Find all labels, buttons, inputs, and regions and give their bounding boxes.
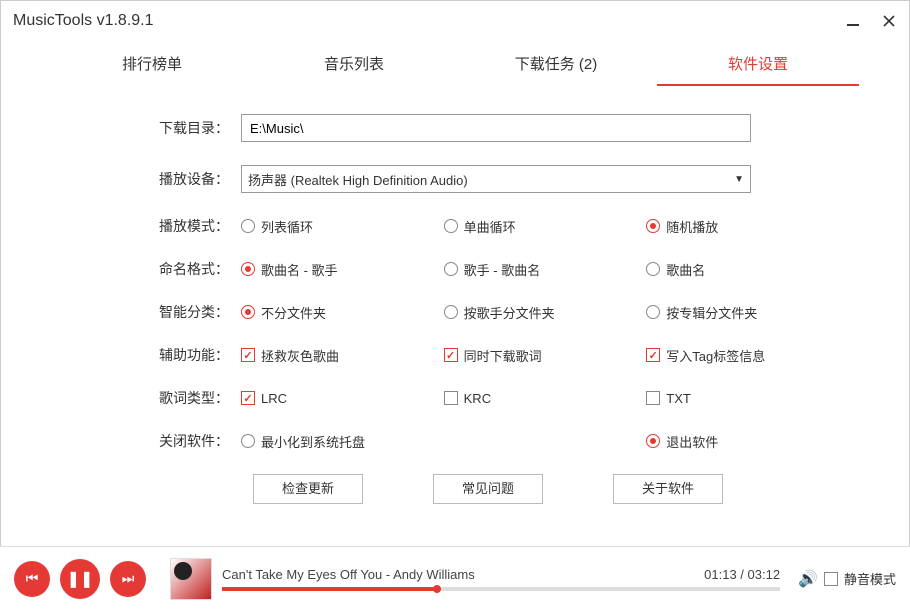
window-controls [845, 13, 897, 29]
checkbox-icon [646, 391, 660, 405]
radio-icon [241, 262, 255, 276]
track-title: Can't Take My Eyes Off You - Andy Willia… [222, 567, 475, 582]
row-device: 播放设备： 扬声器 (Realtek High Definition Audio… [151, 165, 849, 193]
radio-icon [241, 305, 255, 319]
device-value: 扬声器 (Realtek High Definition Audio) [248, 170, 468, 189]
faq-button[interactable]: 常见问题 [433, 474, 543, 504]
radio-icon [646, 434, 660, 448]
sort-option-2[interactable]: 按专辑分文件夹 [646, 303, 849, 322]
mute-label: 静音模式 [844, 569, 896, 588]
naming-option-2[interactable]: 歌曲名 [646, 260, 849, 279]
radio-icon [241, 434, 255, 448]
close-button[interactable] [881, 13, 897, 29]
close-option-tray[interactable]: 最小化到系统托盘 [241, 432, 444, 451]
close-option-exit[interactable]: 退出软件 [646, 432, 849, 451]
tab-bar: 排行榜单 音乐列表 下载任务 (2) 软件设置 [1, 41, 909, 86]
volume-area: 🔊 静音模式 [798, 569, 896, 589]
radio-icon [646, 219, 660, 233]
row-buttons: 检查更新 常见问题 关于软件 [151, 474, 849, 504]
radio-icon [646, 305, 660, 319]
minimize-button[interactable] [845, 13, 861, 29]
lyric-option-lrc[interactable]: LRC [241, 391, 444, 406]
aux-option-2[interactable]: 写入Tag标签信息 [646, 346, 849, 365]
lyric-option-krc[interactable]: KRC [444, 391, 647, 406]
pause-button[interactable]: ❚❚ [60, 559, 100, 599]
checkbox-icon [444, 348, 458, 362]
playmode-option-random[interactable]: 随机播放 [646, 217, 849, 236]
chevron-down-icon: ▼ [734, 174, 744, 185]
title-bar: MusicTools v1.8.9.1 [1, 1, 909, 41]
mute-checkbox[interactable] [824, 572, 838, 586]
radio-icon [444, 219, 458, 233]
row-lyric: 歌词类型： LRC KRC TXT [151, 388, 849, 408]
sort-option-1[interactable]: 按歌手分文件夹 [444, 303, 647, 322]
naming-option-0[interactable]: 歌曲名 - 歌手 [241, 260, 444, 279]
next-button[interactable]: ⏭ [110, 561, 146, 597]
label-dir: 下载目录： [151, 118, 241, 138]
aux-option-1[interactable]: 同时下载歌词 [444, 346, 647, 365]
download-dir-input[interactable] [241, 114, 751, 142]
about-button[interactable]: 关于软件 [613, 474, 723, 504]
prev-button[interactable]: ⏮ [14, 561, 50, 597]
aux-option-0[interactable]: 拯救灰色歌曲 [241, 346, 444, 365]
tab-settings[interactable]: 软件设置 [657, 43, 859, 86]
settings-panel: 下载目录： 播放设备： 扬声器 (Realtek High Definition… [1, 86, 909, 504]
device-select[interactable]: 扬声器 (Realtek High Definition Audio) ▼ [241, 165, 751, 193]
row-sort: 智能分类： 不分文件夹 按歌手分文件夹 按专辑分文件夹 [151, 302, 849, 322]
label-aux: 辅助功能： [151, 345, 241, 365]
playmode-option-single[interactable]: 单曲循环 [444, 217, 647, 236]
label-naming: 命名格式： [151, 259, 241, 279]
playmode-option-loop[interactable]: 列表循环 [241, 217, 444, 236]
row-close: 关闭软件： 最小化到系统托盘 退出软件 [151, 431, 849, 451]
check-update-button[interactable]: 检查更新 [253, 474, 363, 504]
row-download-dir: 下载目录： [151, 114, 849, 142]
label-device: 播放设备： [151, 169, 241, 189]
album-art[interactable] [170, 558, 212, 600]
row-naming: 命名格式： 歌曲名 - 歌手 歌手 - 歌曲名 歌曲名 [151, 259, 849, 279]
radio-icon [646, 262, 660, 276]
app-title: MusicTools v1.8.9.1 [13, 12, 154, 30]
radio-icon [444, 262, 458, 276]
label-lyric: 歌词类型： [151, 388, 241, 408]
track-area: Can't Take My Eyes Off You - Andy Willia… [222, 567, 780, 591]
track-time: 01:13 / 03:12 [704, 567, 780, 582]
tab-tasks[interactable]: 下载任务 (2) [455, 43, 657, 86]
label-sort: 智能分类： [151, 302, 241, 322]
label-playmode: 播放模式： [151, 216, 241, 236]
row-playmode: 播放模式： 列表循环 单曲循环 随机播放 [151, 216, 849, 236]
progress-fill [222, 587, 437, 591]
checkbox-icon [646, 348, 660, 362]
tab-rank[interactable]: 排行榜单 [51, 43, 253, 86]
lyric-option-txt[interactable]: TXT [646, 391, 849, 406]
checkbox-icon [241, 391, 255, 405]
tab-list[interactable]: 音乐列表 [253, 43, 455, 86]
sort-option-0[interactable]: 不分文件夹 [241, 303, 444, 322]
player-bar: ⏮ ❚❚ ⏭ Can't Take My Eyes Off You - Andy… [0, 546, 910, 610]
radio-icon [444, 305, 458, 319]
label-close: 关闭软件： [151, 431, 241, 451]
row-aux: 辅助功能： 拯救灰色歌曲 同时下载歌词 写入Tag标签信息 [151, 345, 849, 365]
progress-bar[interactable] [222, 587, 780, 591]
checkbox-icon [241, 348, 255, 362]
naming-option-1[interactable]: 歌手 - 歌曲名 [444, 260, 647, 279]
radio-icon [241, 219, 255, 233]
checkbox-icon [444, 391, 458, 405]
volume-icon[interactable]: 🔊 [798, 569, 818, 589]
